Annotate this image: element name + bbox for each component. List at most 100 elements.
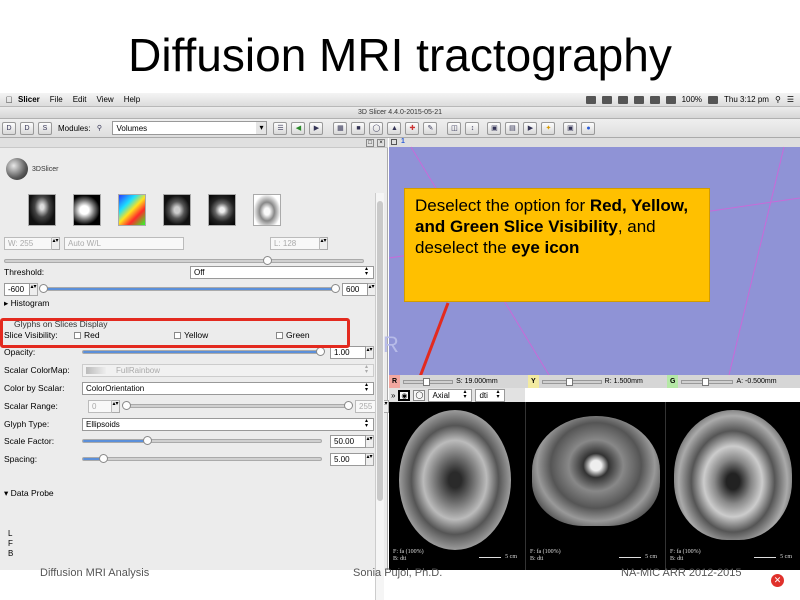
opacity-slider-handle[interactable] — [316, 347, 325, 356]
mouse-mode-icon[interactable]: ▶ — [523, 121, 538, 135]
menu-help[interactable]: Help — [124, 95, 140, 104]
spacing-handle[interactable] — [99, 454, 108, 463]
module-search-icon[interactable]: ⚲ — [92, 122, 106, 135]
python-console-icon[interactable]: ● — [581, 121, 596, 135]
range-min-handle[interactable] — [39, 284, 48, 293]
expand-controls-icon[interactable]: » — [391, 391, 395, 400]
data-probe-section[interactable]: ▾ Data Probe — [4, 488, 54, 499]
fiducial-place-icon[interactable]: ✦ — [541, 121, 556, 135]
histogram-section[interactable]: ▸ Histogram — [4, 298, 49, 309]
scalar-range-min-spin[interactable]: ▴▾ — [112, 399, 120, 413]
battery-icon[interactable] — [708, 95, 719, 104]
menu-view[interactable]: View — [96, 95, 113, 104]
load-data-icon[interactable]: D — [2, 121, 16, 135]
scale-factor-slider[interactable] — [82, 436, 322, 445]
crosshair-menu-icon[interactable]: ↕ — [465, 121, 480, 135]
scalar-range-min-field[interactable]: 0 — [88, 399, 112, 413]
orientation-dropdown[interactable]: Axial — [428, 388, 473, 402]
opacity-spin[interactable]: ▴▾ — [366, 345, 374, 359]
scale-factor-handle[interactable] — [143, 436, 152, 445]
red-slice-tag[interactable]: R — [389, 375, 401, 388]
editor-module-icon[interactable]: ✎ — [423, 121, 438, 135]
dropbox-icon[interactable] — [585, 95, 596, 104]
menu-file[interactable]: File — [50, 95, 63, 104]
volumes-module-icon[interactable]: ◯ — [369, 121, 384, 135]
data-module-icon[interactable]: ■ — [351, 121, 366, 135]
clock[interactable]: Thu 3:12 pm — [724, 95, 769, 104]
window-level-slider-handle[interactable] — [263, 256, 272, 265]
window-level-slider[interactable] — [4, 256, 364, 265]
green-offset-slider[interactable] — [681, 377, 734, 386]
welcome-module-icon[interactable]: ▦ — [333, 121, 348, 135]
menu-edit[interactable]: Edit — [73, 95, 87, 104]
notifications-icon[interactable]: ☰ — [787, 95, 794, 104]
bluetooth-icon[interactable] — [633, 95, 644, 104]
menu-app[interactable]: Slicer — [18, 95, 40, 104]
red-offset-handle[interactable] — [423, 377, 431, 386]
forward-icon[interactable]: ▶ — [309, 121, 324, 135]
yellow-offset-handle[interactable] — [565, 377, 573, 386]
green-offset-handle[interactable] — [702, 377, 710, 386]
module-panel-scrollbar[interactable] — [375, 193, 384, 600]
level-field[interactable]: L: 128 — [270, 236, 320, 250]
scalar-range-min-handle[interactable] — [122, 401, 131, 410]
eye-icon[interactable]: ◉ — [398, 389, 411, 401]
yellow-offset-slider[interactable] — [541, 377, 602, 386]
screenshot-icon[interactable]: ▣ — [487, 121, 502, 135]
auto-wl-dropdown[interactable]: Auto W/L — [64, 236, 184, 250]
green-slice-view[interactable]: F: fa (100%) B: dti 5 cm — [666, 402, 800, 570]
red-offset-slider[interactable] — [403, 377, 454, 386]
threshold-range-slider[interactable] — [39, 284, 340, 293]
link-icon[interactable]: ◯ — [413, 389, 426, 401]
scale-factor-field[interactable]: 50.00 — [330, 434, 366, 448]
extension-wizard-icon[interactable]: ▣ — [563, 121, 578, 135]
apple-icon[interactable]:  — [0, 95, 18, 105]
range-max-field[interactable]: 600 — [342, 282, 368, 296]
wifi-icon[interactable] — [649, 95, 660, 104]
range-min-field[interactable]: -600 — [4, 282, 30, 296]
app-tray-icon[interactable] — [601, 95, 612, 104]
opacity-slider[interactable] — [82, 347, 325, 356]
modules-dropdown[interactable]: Volumes ▾ — [112, 121, 268, 135]
spacing-spin[interactable]: ▴▾ — [366, 452, 374, 466]
module-history-icon[interactable]: ☰ — [273, 121, 288, 135]
spacing-field[interactable]: 5.00 — [330, 452, 366, 466]
models-module-icon[interactable]: ▲ — [387, 121, 402, 135]
save-icon[interactable]: S — [38, 121, 52, 135]
close-icon[interactable]: ✕ — [771, 574, 784, 587]
level-spin[interactable]: ▴▾ — [320, 236, 328, 250]
load-dicom-icon[interactable]: D — [20, 121, 34, 135]
yellow-slice-view[interactable]: F: fa (100%) B: dti 5 cm — [526, 402, 666, 570]
spacing-slider[interactable] — [82, 454, 322, 463]
extension-manager-icon[interactable]: ▤ — [505, 121, 520, 135]
scalar-range-slider[interactable] — [122, 401, 353, 410]
transforms-module-icon[interactable]: ✚ — [405, 121, 420, 135]
range-min-spin[interactable]: ▴▾ — [30, 282, 38, 296]
color-by-scalar-dropdown[interactable]: ColorOrientation — [82, 381, 374, 395]
layout-icon[interactable]: ◫ — [447, 121, 462, 135]
preset-pet-thumbnail[interactable] — [118, 194, 146, 226]
preset-ct-lung-thumbnail[interactable] — [253, 194, 281, 226]
search-icon[interactable]: ⚲ — [775, 95, 781, 104]
glyph-type-dropdown[interactable]: Ellipsoids — [82, 417, 374, 431]
undock-icon[interactable]: □ — [366, 139, 374, 147]
time-machine-icon[interactable] — [617, 95, 628, 104]
scalar-colormap-dropdown[interactable]: FullRainbow — [82, 363, 374, 377]
s-app-icon[interactable] — [665, 95, 676, 104]
threshold-dropdown[interactable]: Off — [190, 265, 374, 279]
scale-factor-spin[interactable]: ▴▾ — [366, 434, 374, 448]
scalar-range-max-handle[interactable] — [344, 401, 353, 410]
preset-ct-air-thumbnail[interactable] — [28, 194, 56, 226]
yellow-slice-tag[interactable]: Y — [528, 375, 539, 388]
preset-ct-abdomen-thumbnail[interactable] — [163, 194, 191, 226]
green-slice-tag[interactable]: G — [667, 375, 679, 388]
back-icon[interactable]: ◀ — [291, 121, 306, 135]
red-slice-view[interactable]: F: fa (100%) B: dti 5 cm — [389, 402, 526, 570]
close-panel-icon[interactable]: × — [377, 139, 385, 147]
volume-dropdown[interactable]: dti — [475, 388, 506, 402]
window-field[interactable]: W: 255 — [4, 236, 52, 250]
preset-ct-brain-thumbnail[interactable] — [208, 194, 236, 226]
preset-ct-bone-thumbnail[interactable] — [73, 194, 101, 226]
range-max-handle[interactable] — [331, 284, 340, 293]
window-spin[interactable]: ▴▾ — [52, 236, 60, 250]
